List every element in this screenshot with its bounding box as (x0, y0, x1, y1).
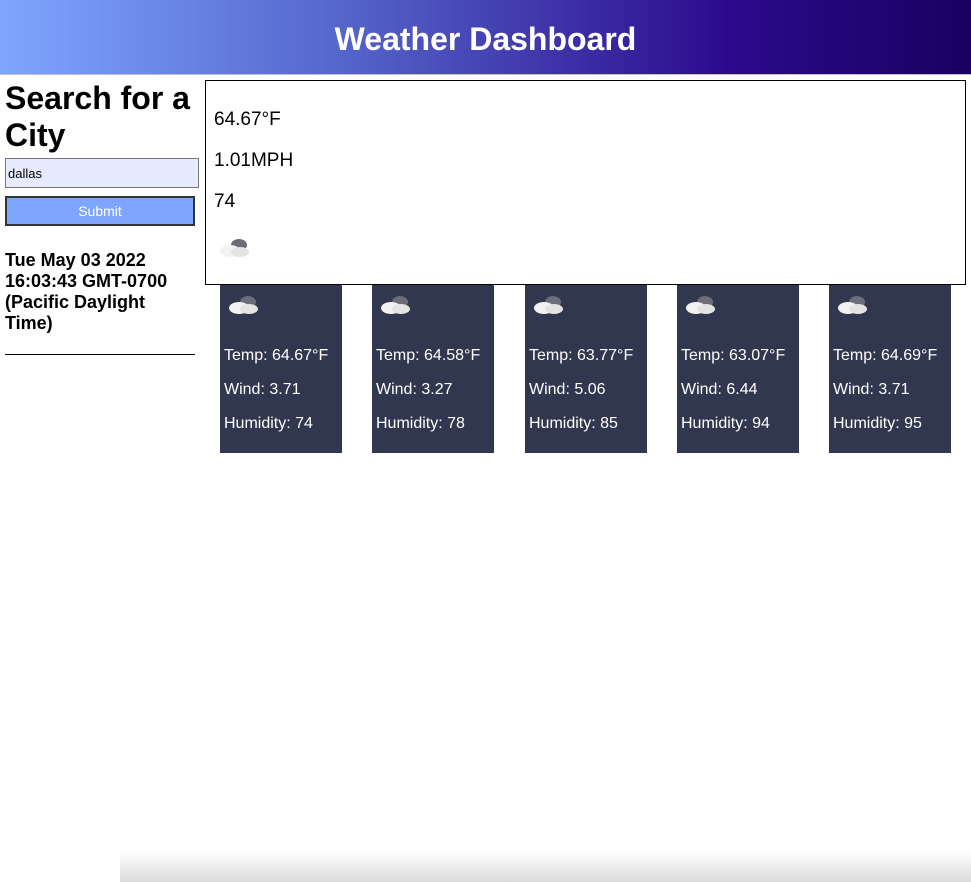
partly-cloudy-icon (686, 296, 715, 314)
current-weather-panel: 64.67°F 1.01MPH 74 (205, 80, 966, 285)
current-date: Tue May 03 2022 16:03:43 GMT-0700 (Pacif… (5, 250, 168, 333)
forecast-card: Temp: 64.67°F Wind: 3.71 Humidity: 74 (220, 283, 342, 453)
forecast-wind: Wind: 3.71 (833, 381, 910, 398)
forecast-wind: Wind: 5.06 (529, 381, 606, 398)
forecast-humidity: Humidity: 85 (529, 415, 618, 432)
forecast-humidity: Humidity: 74 (224, 415, 313, 432)
forecast-card: Temp: 63.77°F Wind: 5.06 Humidity: 85 (525, 283, 647, 453)
forecast-card: Temp: 64.69°F Wind: 3.71 Humidity: 95 (829, 283, 951, 453)
current-wind: 1.01MPH (214, 150, 294, 171)
forecast-wind: Wind: 6.44 (681, 381, 758, 398)
current-humidity: 74 (214, 191, 236, 212)
forecast-temp: Temp: 64.58°F (376, 347, 481, 364)
forecast-wind: Wind: 3.27 (376, 381, 453, 398)
forecast-temp: Temp: 64.67°F (224, 347, 329, 364)
partly-cloudy-icon (838, 296, 867, 314)
forecast-card: Temp: 64.58°F Wind: 3.27 Humidity: 78 (372, 283, 494, 453)
window-shadow (120, 852, 971, 882)
forecast-humidity: Humidity: 95 (833, 415, 922, 432)
submit-button[interactable]: Submit (5, 196, 195, 226)
header-bar: Weather Dashboard (0, 0, 971, 75)
sidebar: Search for a City Submit Tue May 03 2022… (5, 80, 199, 355)
partly-cloudy-icon (220, 239, 249, 257)
page-title: Weather Dashboard (334, 21, 637, 57)
forecast-temp: Temp: 63.77°F (529, 347, 634, 364)
partly-cloudy-icon (381, 296, 410, 314)
partly-cloudy-icon (534, 296, 563, 314)
partly-cloudy-icon (229, 296, 258, 314)
search-heading: Search for a City (5, 80, 190, 153)
forecast-temp: Temp: 64.69°F (833, 347, 938, 364)
city-search-input[interactable] (5, 158, 199, 188)
sidebar-divider (5, 354, 195, 355)
forecast-wind: Wind: 3.71 (224, 381, 301, 398)
current-temp: 64.67°F (214, 109, 281, 130)
forecast-card: Temp: 63.07°F Wind: 6.44 Humidity: 94 (677, 283, 799, 453)
forecast-temp: Temp: 63.07°F (681, 347, 786, 364)
forecast-humidity: Humidity: 94 (681, 415, 770, 432)
forecast-humidity: Humidity: 78 (376, 415, 465, 432)
